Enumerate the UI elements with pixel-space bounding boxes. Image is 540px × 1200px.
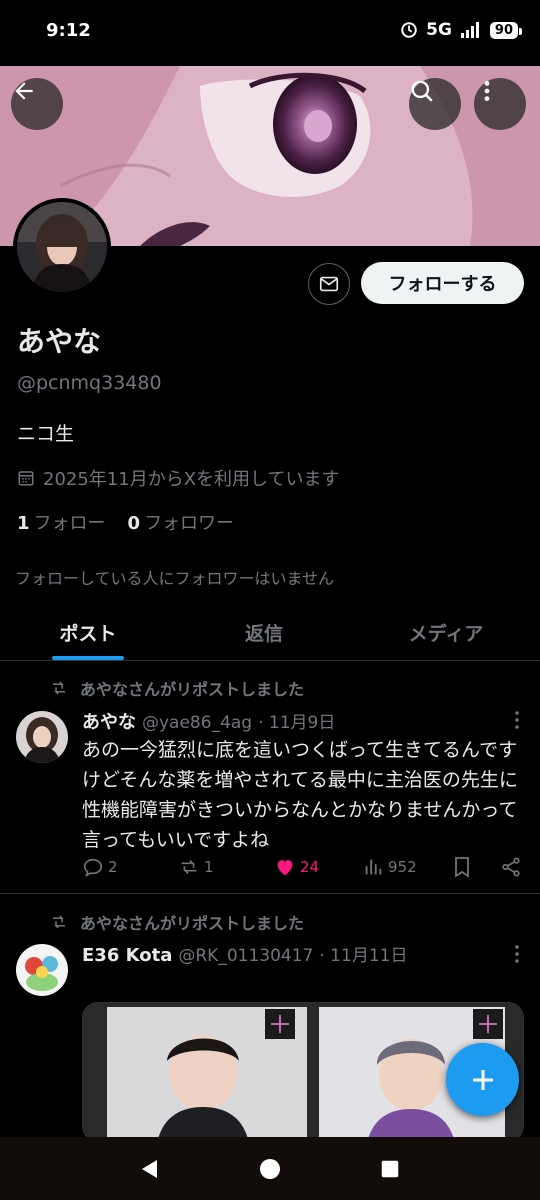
post-divider: [0, 893, 540, 894]
post-header: あやな @yae86_4ag · 11月9日: [82, 708, 335, 734]
post-author-name[interactable]: E36 Kota: [82, 945, 172, 966]
reply-button[interactable]: 2: [82, 856, 178, 878]
post-author-handle[interactable]: @RK_01130417: [178, 946, 313, 966]
followers-label: フォロワー: [144, 513, 235, 534]
share-button[interactable]: [488, 856, 522, 878]
status-icons: 5G 90: [400, 20, 523, 40]
repost-indicator: あやなさんがリポストしました: [50, 910, 304, 934]
profile-tabs: ポスト 返信 メディア: [0, 605, 540, 661]
tab-replies[interactable]: 返信: [176, 605, 352, 660]
arrow-left-icon: [15, 82, 33, 100]
following-link[interactable]: 1 フォロー: [17, 509, 106, 535]
post-author-handle[interactable]: @yae86_4ag: [142, 713, 252, 733]
repost-text: あやなさんがリポストしました: [80, 680, 305, 699]
bookmark-icon: [455, 857, 469, 878]
reply-count: 2: [108, 858, 118, 876]
joined-text: 2025年11月からXを利用しています: [43, 469, 340, 490]
view-count: 952: [388, 858, 417, 876]
battery-indicator: 90: [489, 21, 523, 39]
profile-avatar[interactable]: [13, 198, 111, 296]
like-count: 24: [300, 858, 320, 876]
following-count: 1: [17, 513, 30, 534]
avatar-image: [16, 711, 68, 763]
profile-handle: @pcnmq33480: [17, 372, 162, 394]
followers-link[interactable]: 0 フォロワー: [128, 509, 235, 535]
post-actions: 2 1 24 952: [82, 856, 522, 878]
post-text: あの一今猛烈に底を這いつくばって生きてるんですけどそんな薬を増やされてる最中に主…: [82, 739, 518, 851]
profile-name: あやな: [17, 325, 102, 358]
heart-icon: [277, 860, 293, 876]
system-nav-bar: [0, 1137, 540, 1200]
triangle-back-icon: [142, 1159, 157, 1178]
status-time: 9:12: [46, 20, 91, 41]
post-header: E36 Kota @RK_01130417 · 11月11日: [82, 941, 407, 966]
profile-bio: ニコ生: [17, 423, 75, 445]
compose-post-button[interactable]: [446, 1043, 519, 1116]
following-label: フォロー: [33, 513, 106, 534]
back-button[interactable]: [11, 78, 63, 130]
search-icon: [411, 80, 433, 102]
tab-media[interactable]: メディア: [352, 605, 540, 660]
signal-icon: [460, 22, 479, 38]
mutual-followers-note: フォローしている人にフォロワーはいません: [15, 569, 335, 588]
views-button[interactable]: 952: [362, 856, 452, 878]
post-more-button[interactable]: [514, 710, 520, 735]
more-vertical-icon: [515, 711, 519, 729]
reply-icon: [83, 858, 103, 877]
nav-back-button[interactable]: [130, 1149, 170, 1189]
network-label: 5G: [426, 20, 452, 40]
post-date: · 11月11日: [319, 946, 408, 966]
share-icon: [502, 857, 520, 877]
followers-count: 0: [127, 513, 141, 534]
circle-home-icon: [260, 1158, 280, 1179]
repost-icon: [53, 681, 65, 695]
post-avatar[interactable]: [16, 711, 68, 763]
analytics-icon: [365, 859, 382, 875]
avatar-image: [17, 202, 107, 292]
nav-home-button[interactable]: [250, 1149, 290, 1189]
follow-button[interactable]: フォローする: [361, 262, 524, 304]
post-avatar[interactable]: [16, 944, 68, 996]
repost-button[interactable]: 1: [178, 856, 274, 878]
tab-posts[interactable]: ポスト: [0, 605, 176, 660]
post-more-button[interactable]: [514, 944, 520, 969]
bookmark-button[interactable]: [452, 856, 488, 878]
more-options-button[interactable]: [474, 78, 526, 130]
nav-recents-button[interactable]: [370, 1149, 410, 1189]
sync-icon: [401, 22, 417, 38]
profile-stats: 1 フォロー 0 フォロワー: [17, 509, 234, 535]
profile-joined: 2025年11月からXを利用しています: [17, 465, 340, 491]
status-bar: 9:12 5G 90: [0, 0, 540, 66]
envelope-icon: [319, 276, 339, 292]
plus-icon: [472, 1069, 493, 1090]
repost-icon: [53, 915, 65, 929]
repost-icon: [181, 859, 197, 875]
avatar-image: [16, 944, 68, 996]
message-button[interactable]: [308, 263, 350, 305]
search-button[interactable]: [409, 78, 461, 130]
square-recents-icon: [381, 1160, 399, 1177]
calendar-icon: [18, 471, 34, 486]
like-button[interactable]: 24: [274, 856, 362, 878]
repost-text: あやなさんがリポストしました: [80, 914, 305, 933]
repost-indicator: あやなさんがリポストしました: [50, 676, 304, 700]
more-vertical-icon: [515, 945, 519, 963]
repost-count: 1: [204, 858, 214, 876]
post-author-name[interactable]: あやな: [82, 708, 136, 734]
more-vertical-icon: [484, 81, 490, 101]
post-date: · 11月9日: [258, 713, 336, 733]
